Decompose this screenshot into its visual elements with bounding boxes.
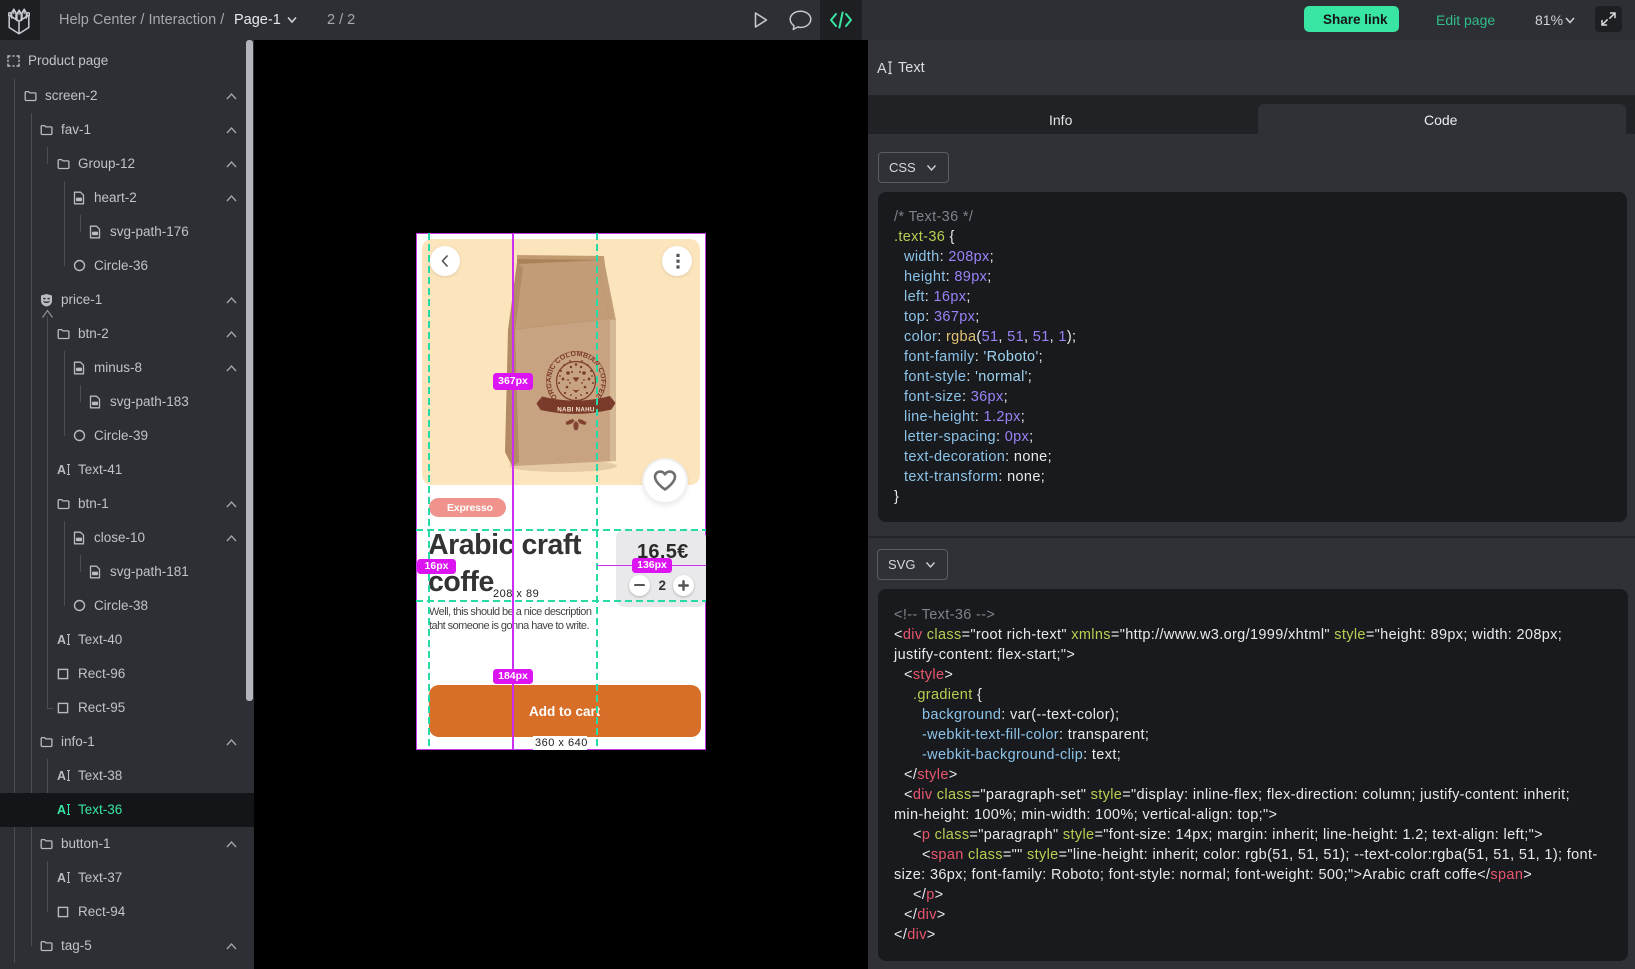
- svg-text:A: A: [57, 633, 66, 646]
- svg-text:A: A: [57, 769, 66, 782]
- svg-text:A: A: [877, 61, 887, 75]
- svg-text:SINCE 1938: SINCE 1938: [565, 421, 586, 425]
- svg-text:A: A: [57, 871, 66, 884]
- svg-text:NABI NAHU: NABI NAHU: [557, 407, 595, 414]
- svg-text:A: A: [57, 803, 66, 816]
- svg-text:A: A: [57, 463, 66, 476]
